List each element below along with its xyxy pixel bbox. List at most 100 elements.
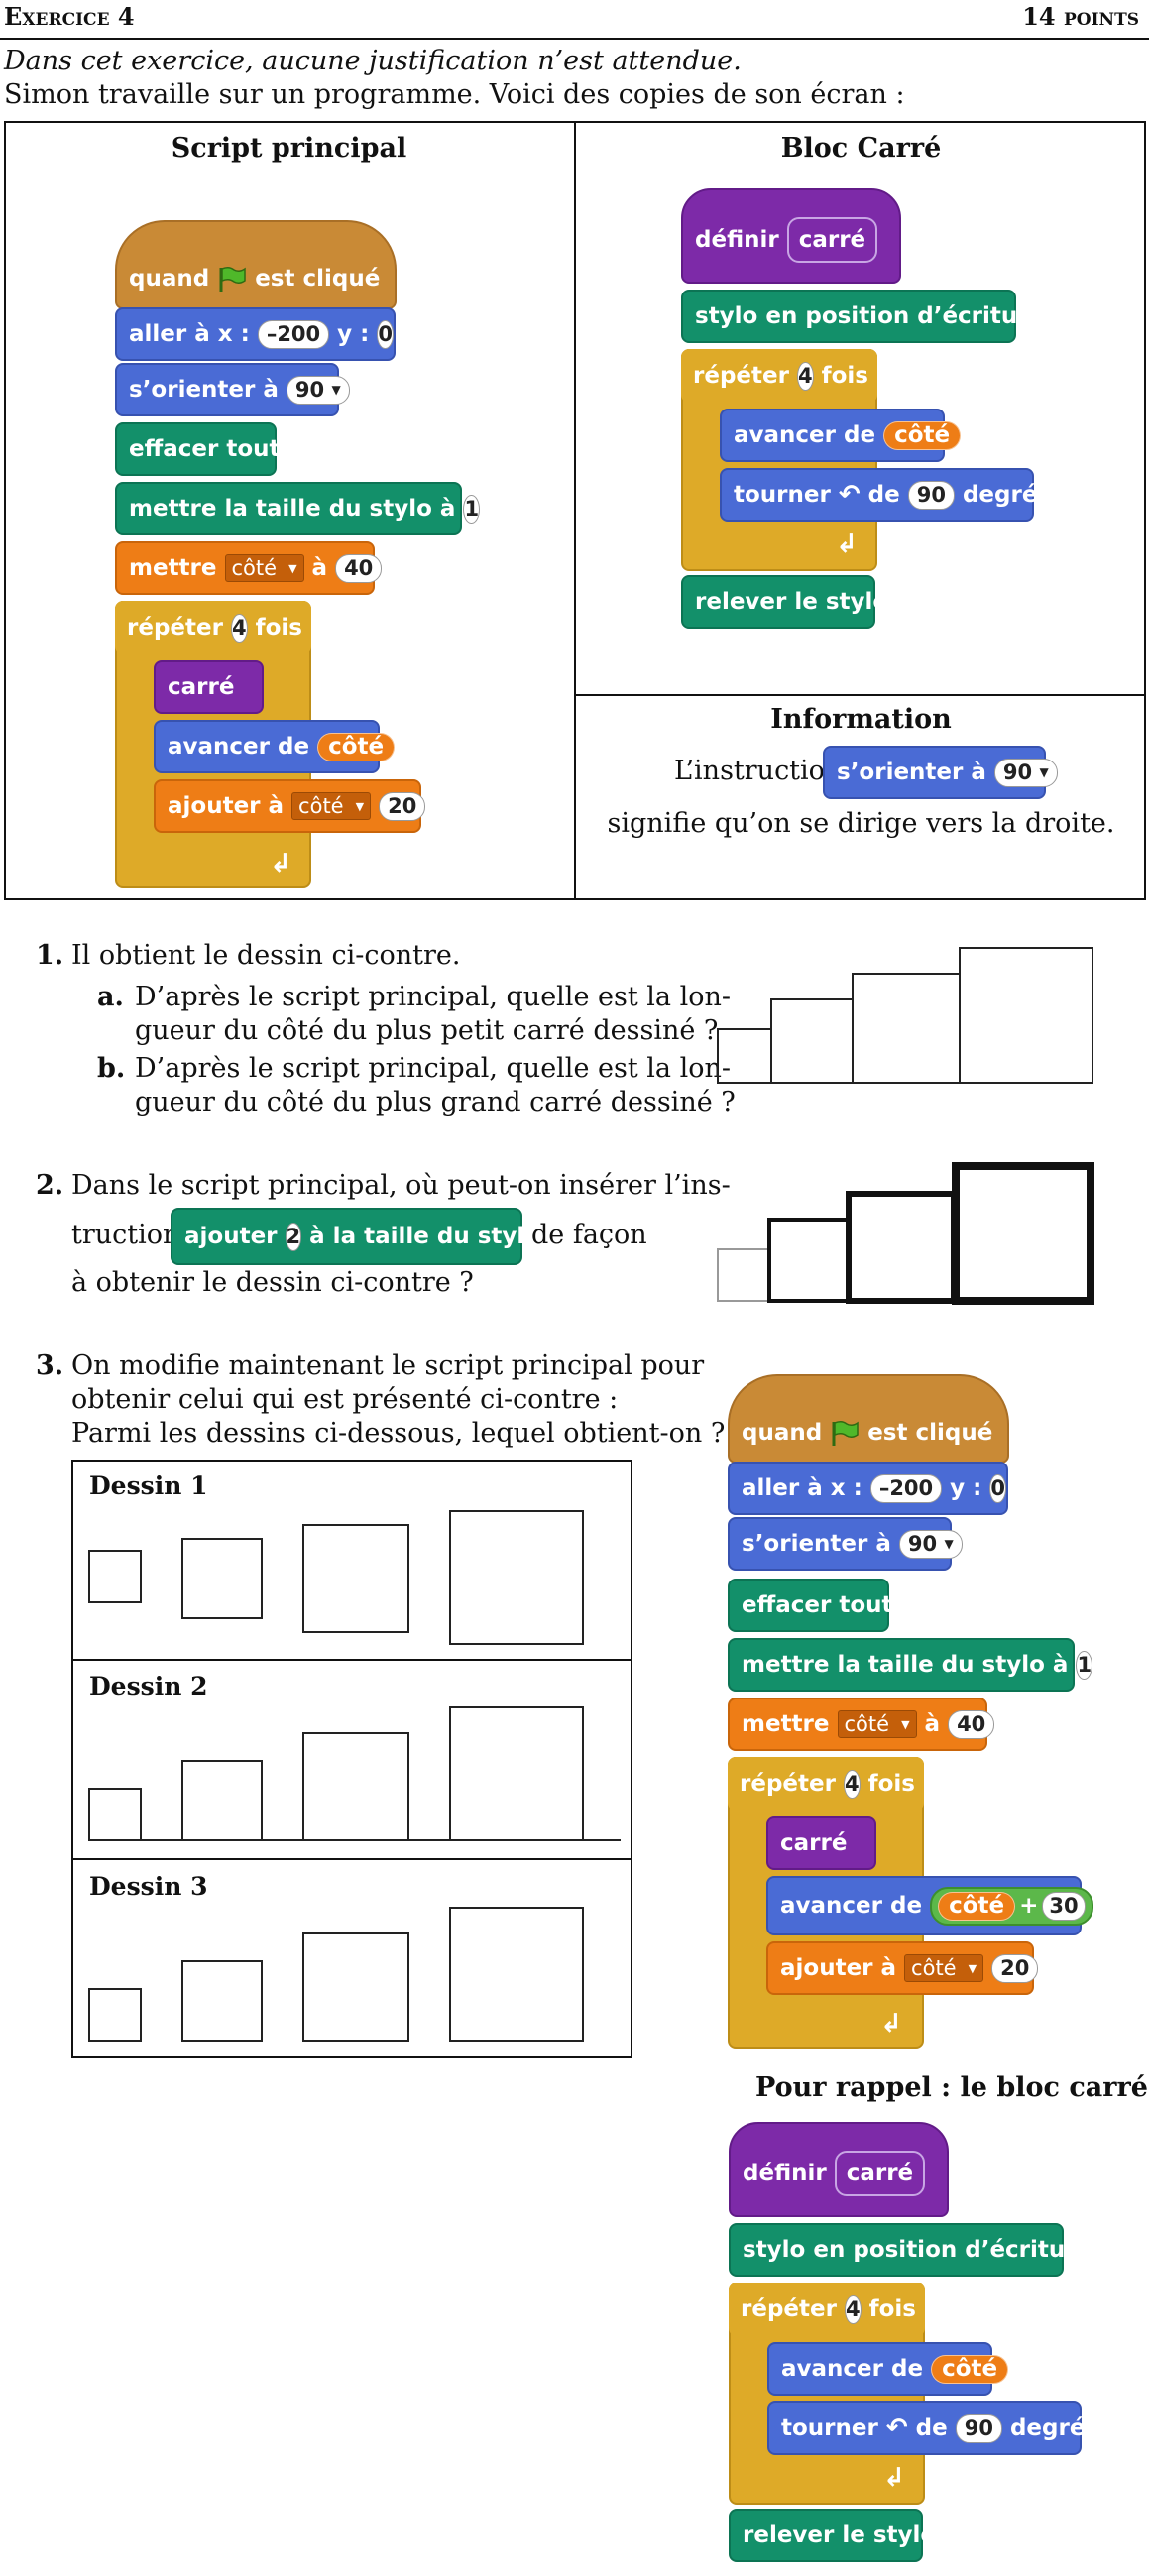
direction-dropdown[interactable]: 90 ▼	[994, 759, 1058, 787]
y-input[interactable]: 0	[989, 1474, 1006, 1503]
cote-reporter[interactable]: côté	[317, 733, 395, 761]
set-pen-size-block[interactable]: mettre la taille du stylo à 1	[115, 482, 462, 535]
point-direction-block[interactable]: s’orienter à 90 ▼	[115, 363, 339, 416]
q2-line-1: Dans le script principal, où peut-on ins…	[71, 1170, 731, 1201]
goto-xy-block[interactable]: aller à x : –200 y : 0	[115, 307, 396, 361]
cote-reporter[interactable]: côté	[931, 2355, 1008, 2384]
set-variable-block[interactable]: mettre côté▼ à 40	[728, 1698, 987, 1751]
define-name-slot: carré	[787, 217, 877, 263]
set-value-input[interactable]: 40	[335, 554, 382, 583]
clear-block[interactable]: effacer tout	[728, 1579, 889, 1632]
block-label: mettre	[742, 1711, 830, 1737]
y-input[interactable]: 0	[377, 320, 394, 349]
q1b-line-2: gueur du côté du plus grand carré dessin…	[135, 1087, 736, 1117]
move-block[interactable]: avancer de côté + 30	[766, 1876, 1082, 1935]
variable-dropdown[interactable]: côté▼	[838, 1710, 917, 1738]
dessin-3	[85, 1902, 621, 2050]
pen-up-block[interactable]: relever le stylo	[681, 575, 875, 629]
variable-dropdown[interactable]: côté▼	[225, 554, 304, 582]
turn-degrees-input[interactable]: 90	[908, 481, 955, 510]
point-direction-block[interactable]: s’orienter à 90 ▼	[728, 1517, 952, 1571]
turn-block[interactable]: tourner ↶ de 90 degrés	[767, 2401, 1082, 2455]
block-label: de	[868, 482, 900, 508]
info-point-direction-block[interactable]: s’orienter à 90 ▼	[823, 746, 1046, 799]
direction-dropdown[interactable]: 90 ▼	[899, 1530, 963, 1559]
goto-xy-block[interactable]: aller à x : –200 y : 0	[728, 1462, 1008, 1515]
panel-divider	[574, 121, 576, 900]
cote-reporter[interactable]: côté	[883, 421, 961, 450]
repeat-count-input[interactable]: 4	[797, 362, 814, 391]
dessins-divider-2	[71, 1858, 632, 1860]
change-value-input[interactable]: 20	[379, 792, 425, 821]
define-block[interactable]: définir carré	[729, 2122, 949, 2217]
square-2	[771, 999, 853, 1083]
move-block[interactable]: avancer de côté	[154, 720, 380, 773]
block-label: relever le stylo	[743, 2522, 936, 2548]
x-input[interactable]: –200	[870, 1474, 942, 1503]
when-flag-clicked-block[interactable]: quand est cliqué	[728, 1374, 1009, 1464]
repeat-block[interactable]: répéter 4 fois	[681, 349, 877, 403]
set-value-input[interactable]: 40	[948, 1710, 994, 1739]
block-label: ajouter à	[168, 793, 284, 819]
repeat-count-input[interactable]: 4	[845, 2295, 862, 2324]
pen-size-input[interactable]: 1	[463, 495, 480, 524]
set-pen-size-block[interactable]: mettre la taille du stylo à 1	[728, 1638, 1075, 1692]
block-label: s’orienter à	[129, 377, 279, 403]
block-label: fois	[868, 1771, 915, 1797]
square-3	[303, 1733, 408, 1840]
square-2	[182, 1539, 262, 1618]
square-3	[849, 1194, 954, 1301]
block-label: y :	[950, 1475, 981, 1501]
turn-block[interactable]: tourner ↶ de 90 degrés	[720, 468, 1034, 522]
addend-input[interactable]: 30	[1042, 1892, 1085, 1921]
carre-call-block[interactable]: carré	[154, 660, 264, 714]
block-label: avancer de	[734, 422, 875, 448]
loop-arrow-icon: ↲	[880, 2009, 902, 2039]
clear-block[interactable]: effacer tout	[115, 422, 277, 476]
repeat-count-input[interactable]: 4	[231, 614, 248, 643]
square-1	[718, 1029, 771, 1083]
block-label: effacer tout	[129, 436, 281, 462]
exercise-title: Exercice 4	[4, 2, 135, 31]
pen-down-block[interactable]: stylo en position d’écriture	[729, 2223, 1064, 2277]
block-label: mettre	[129, 555, 217, 581]
set-variable-block[interactable]: mettre côté▼ à 40	[115, 541, 375, 595]
move-block[interactable]: avancer de côté	[767, 2342, 992, 2396]
pen-size-input[interactable]: 1	[1076, 1651, 1092, 1680]
change-pen-size-block[interactable]: ajouter 2 à la taille du stylo	[171, 1208, 522, 1265]
repeat-block[interactable]: répéter 4 fois	[115, 601, 311, 654]
q1a-label: a.	[97, 982, 124, 1012]
pen-down-block[interactable]: stylo en position d’écriture	[681, 290, 1016, 343]
change-variable-block[interactable]: ajouter à côté▼ 20	[154, 779, 421, 833]
variable-dropdown[interactable]: côté▼	[291, 792, 371, 820]
cote-reporter[interactable]: côté	[938, 1892, 1015, 1921]
repeat-count-input[interactable]: 4	[844, 1770, 861, 1799]
addition-operator[interactable]: côté + 30	[930, 1887, 1093, 1926]
direction-dropdown[interactable]: 90 ▼	[287, 376, 350, 405]
pen-size-change-input[interactable]: 2	[286, 1223, 302, 1251]
block-label: à	[925, 1711, 941, 1737]
block-label: à	[312, 555, 328, 581]
loop-arrow-icon: ↲	[836, 529, 858, 559]
repeat-block[interactable]: répéter 4 fois	[729, 2283, 925, 2336]
x-input[interactable]: –200	[258, 320, 329, 349]
repeat-block[interactable]: répéter 4 fois	[728, 1757, 924, 1811]
block-label: définir	[743, 2161, 827, 2186]
change-variable-block[interactable]: ajouter à côté▼ 20	[766, 1941, 1034, 1995]
variable-dropdown[interactable]: côté▼	[904, 1954, 983, 1982]
loop-arrow-icon: ↲	[270, 849, 291, 878]
change-value-input[interactable]: 20	[991, 1954, 1038, 1983]
square-4	[450, 1707, 583, 1840]
turn-degrees-input[interactable]: 90	[956, 2414, 1002, 2443]
block-label: à la taille du stylo	[309, 1224, 540, 1249]
define-block[interactable]: définir carré	[681, 188, 901, 284]
block-label: mettre la taille du stylo à	[129, 496, 455, 522]
block-label: mettre la taille du stylo à	[742, 1652, 1068, 1678]
carre-call-block[interactable]: carré	[766, 1816, 876, 1870]
pen-up-block[interactable]: relever le stylo	[729, 2509, 923, 2562]
when-flag-clicked-block[interactable]: quand est cliqué	[115, 220, 397, 309]
info-prefix: L’instruction	[674, 756, 842, 786]
move-block[interactable]: avancer de côté	[720, 409, 945, 462]
square-4	[450, 1908, 583, 2041]
square-3	[303, 1933, 408, 2041]
